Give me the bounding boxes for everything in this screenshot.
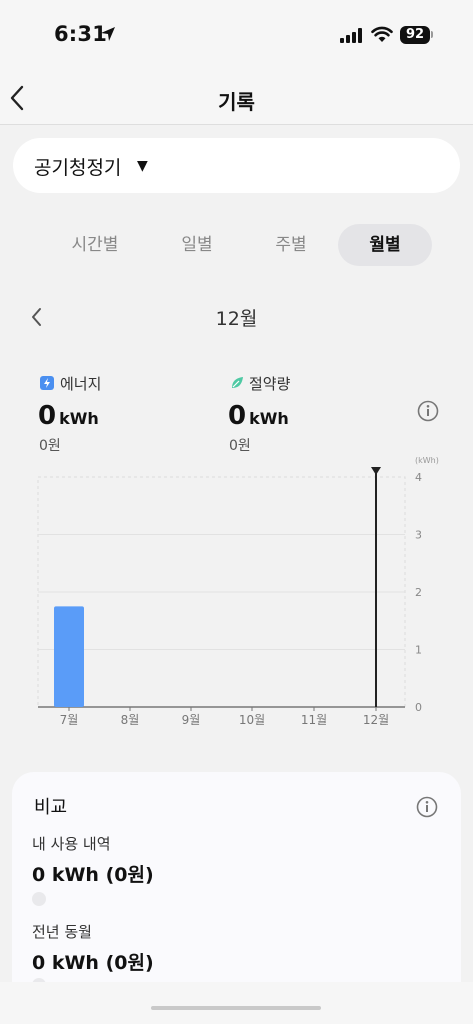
monthly-energy-chart: 0 1 2 3 4 (kWh) 7월 8월 9월 10월 11월 12월 xyxy=(37,456,439,727)
x-tick-label: 11월 xyxy=(301,713,327,727)
energy-value: 0 xyxy=(38,401,57,431)
y-tick-label: 1 xyxy=(415,644,422,657)
savings-value-group: 0 kWh xyxy=(228,401,289,431)
info-icon[interactable] xyxy=(417,400,439,422)
last-year-label: 전년 동월 xyxy=(32,923,92,941)
home-indicator[interactable] xyxy=(151,1006,321,1010)
dropdown-caret-icon: ▼ xyxy=(137,158,148,174)
savings-value: 0 xyxy=(228,401,247,431)
savings-label: 절약량 xyxy=(249,375,291,393)
x-tick-label: 9월 xyxy=(182,713,201,727)
x-tick-label: 7월 xyxy=(60,713,79,727)
wifi-icon xyxy=(371,26,393,42)
energy-label: 에너지 xyxy=(60,375,102,393)
my-usage-value: 0 kWh (0원) xyxy=(32,864,154,886)
last-year-value: 0 kWh (0원) xyxy=(32,952,154,974)
x-tick-label: 10월 xyxy=(239,713,265,727)
energy-unit: kWh xyxy=(59,409,99,428)
tab-monthly[interactable]: 월별 xyxy=(338,224,432,266)
savings-cost: 0원 xyxy=(229,438,251,454)
cellular-signal-icon xyxy=(340,28,362,43)
chart-bar xyxy=(54,606,84,707)
battery-indicator: 92 xyxy=(400,26,430,44)
device-name: 공기청정기 xyxy=(34,157,122,179)
tab-daily[interactable]: 일별 xyxy=(150,224,244,266)
y-tick-label: 2 xyxy=(415,586,422,599)
my-usage-indicator xyxy=(32,892,46,906)
battery-tip xyxy=(431,31,433,38)
tab-hourly[interactable]: 시간별 xyxy=(48,224,142,266)
energy-cost: 0원 xyxy=(39,438,61,454)
y-tick-label: 4 xyxy=(415,471,422,484)
y-tick-label: 0 xyxy=(415,701,422,714)
my-usage-label: 내 사용 내역 xyxy=(32,835,111,853)
x-tick-label: 12월 xyxy=(363,713,389,727)
compare-title: 비교 xyxy=(34,797,68,818)
tab-weekly[interactable]: 주별 xyxy=(244,224,338,266)
y-tick-label: 3 xyxy=(415,529,422,542)
page-title: 기록 xyxy=(218,90,255,114)
bottom-bar xyxy=(0,982,473,1024)
month-label: 12월 xyxy=(215,308,258,330)
energy-value-group: 0 kWh xyxy=(38,401,99,431)
savings-unit: kWh xyxy=(249,409,289,428)
y-axis-label: (kWh) xyxy=(415,456,439,465)
location-arrow-icon xyxy=(101,27,115,41)
compare-card xyxy=(12,772,461,1012)
energy-bolt-icon xyxy=(40,376,54,390)
selected-month-pointer xyxy=(371,467,381,475)
compare-info-icon[interactable] xyxy=(416,796,438,818)
x-tick-label: 8월 xyxy=(121,713,140,727)
leaf-icon xyxy=(232,377,243,388)
